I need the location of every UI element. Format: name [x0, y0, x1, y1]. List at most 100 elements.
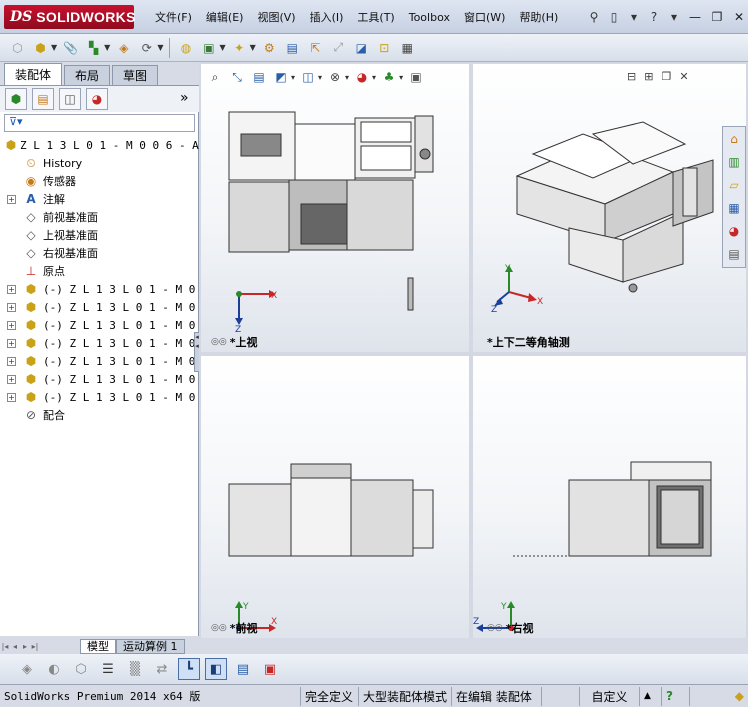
- move-component-icon[interactable]: ⟳: [137, 38, 156, 57]
- tree-item-component[interactable]: + ⬢ (-) Z L 1 3 L 0 1 - M 0 0: [0, 352, 199, 370]
- linear-pattern-icon[interactable]: ▚: [84, 38, 103, 57]
- help-button[interactable]: ?: [661, 686, 689, 706]
- dropdown-arrow-icon[interactable]: ▼: [219, 43, 225, 52]
- tree-item-top-plane[interactable]: ◇ 上视基准面: [0, 226, 199, 244]
- tab-sketch[interactable]: 草图: [112, 65, 159, 85]
- exploded-view-icon[interactable]: ⇱: [306, 38, 325, 57]
- dropdown-arrow-icon[interactable]: ▾: [345, 73, 349, 82]
- tree-item-sensors[interactable]: ◉ 传感器: [0, 172, 199, 190]
- help-icon[interactable]: ?: [645, 8, 663, 26]
- compare-icon[interactable]: ⇄: [151, 658, 173, 680]
- close-icon[interactable]: ✕: [729, 8, 748, 26]
- last-tab-icon[interactable]: ▸|: [30, 639, 40, 653]
- file-explorer-icon[interactable]: ▱: [724, 175, 744, 195]
- new-document-icon[interactable]: ▯: [605, 8, 623, 26]
- display-style-icon[interactable]: ⊗: [326, 68, 344, 86]
- viewport-front[interactable]: Y X ◎◎ *前视: [201, 356, 469, 638]
- hatch-icon[interactable]: ▒: [124, 658, 146, 680]
- menu-tools[interactable]: 工具(T): [350, 9, 401, 25]
- expand-icon[interactable]: +: [7, 338, 16, 348]
- tree-item-history[interactable]: ⏲ History: [0, 154, 199, 172]
- tree-item-annotations[interactable]: + A 注解: [0, 190, 199, 208]
- tag-icon[interactable]: ◆: [689, 686, 748, 706]
- dropdown-arrow-icon[interactable]: ▼: [51, 43, 57, 52]
- tree-item-front-plane[interactable]: ◇ 前视基准面: [0, 208, 199, 226]
- minimize-icon[interactable]: —: [685, 8, 705, 26]
- viewport-top[interactable]: X Z ◎◎ *上视: [201, 64, 469, 352]
- section-icon[interactable]: ⬡: [70, 658, 92, 680]
- expand-icon[interactable]: +: [7, 392, 16, 402]
- table-icon[interactable]: ▤: [232, 658, 254, 680]
- dropdown-arrow-icon[interactable]: ▾: [291, 73, 295, 82]
- zoom-area-icon[interactable]: ⤡: [228, 68, 246, 86]
- dropdown-arrow-icon[interactable]: ▼: [157, 43, 163, 52]
- mate-icon[interactable]: 📎: [61, 38, 80, 57]
- explode-line-sketch-icon[interactable]: ⤢: [329, 38, 348, 57]
- scene-icon[interactable]: ♣: [380, 68, 398, 86]
- expand-panel-icon[interactable]: »: [180, 90, 189, 106]
- insert-component-icon[interactable]: ⬢: [31, 38, 50, 57]
- viewport-close-icon[interactable]: ✕: [679, 70, 688, 83]
- solidworks-logo[interactable]: DS SOLIDWORKS: [4, 5, 135, 29]
- tab-assembly[interactable]: 装配体: [4, 63, 63, 85]
- expand-icon[interactable]: +: [7, 284, 16, 294]
- next-tab-icon[interactable]: ▸: [20, 639, 30, 653]
- new-motion-study-icon[interactable]: ⚙: [260, 38, 279, 57]
- custom-properties-icon[interactable]: ▤: [724, 244, 744, 264]
- origin-display-icon[interactable]: ┗: [178, 658, 200, 680]
- tree-item-mates[interactable]: ⊘ 配合: [0, 406, 199, 424]
- home-icon[interactable]: ⌂: [724, 129, 744, 149]
- dropdown-arrow-icon[interactable]: ▾: [665, 8, 683, 26]
- viewport-restore-icon[interactable]: ❐: [661, 70, 671, 83]
- tab-layout[interactable]: 布局: [64, 65, 111, 85]
- tab-model[interactable]: 模型: [80, 638, 116, 654]
- appearances-icon[interactable]: ◕: [724, 221, 744, 241]
- bill-of-materials-icon[interactable]: ▤: [283, 38, 302, 57]
- rotate-icon[interactable]: ◐: [43, 658, 65, 680]
- tree-item-component[interactable]: + ⬢ (-) Z L 1 3 L 0 1 - M 0 0: [0, 298, 199, 316]
- restore-icon[interactable]: ❐: [707, 8, 727, 26]
- appearance-icon[interactable]: ◕: [353, 68, 371, 86]
- expand-icon[interactable]: +: [7, 356, 16, 366]
- section-view-icon[interactable]: ◩: [272, 68, 290, 86]
- menu-help[interactable]: 帮助(H): [512, 9, 565, 25]
- menu-edit[interactable]: 编辑(E): [199, 9, 251, 25]
- previous-view-icon[interactable]: ▤: [250, 68, 268, 86]
- tab-motion-study[interactable]: 运动算例 1: [116, 638, 185, 654]
- view-palette-icon[interactable]: ▦: [724, 198, 744, 218]
- tree-item-component[interactable]: + ⬢ (-) Z L 1 3 L 0 1 - M 0 0: [0, 334, 199, 352]
- status-units[interactable]: 自定义: [579, 686, 639, 706]
- dropdown-arrow-icon[interactable]: ▾: [625, 8, 643, 26]
- edit-component-icon[interactable]: ⬡: [8, 38, 27, 57]
- tree-filter-input[interactable]: ⊽▾: [4, 114, 195, 132]
- view-settings-icon[interactable]: ▣: [407, 68, 425, 86]
- menu-file[interactable]: 文件(F): [148, 9, 199, 25]
- previous-tab-icon[interactable]: ◂: [10, 639, 20, 653]
- feature-manager-icon[interactable]: ⬢: [5, 88, 27, 110]
- dropdown-arrow-icon[interactable]: ▾: [399, 73, 403, 82]
- shaded-icon[interactable]: ◧: [205, 658, 227, 680]
- show-hidden-icon[interactable]: ◍: [176, 38, 195, 57]
- interference-detection-icon[interactable]: ◪: [352, 38, 371, 57]
- menu-insert[interactable]: 插入(I): [303, 9, 351, 25]
- link-views-icon[interactable]: ⊟: [627, 70, 636, 83]
- dropdown-arrow-icon[interactable]: ▾: [372, 73, 376, 82]
- clearance-verification-icon[interactable]: ⊡: [375, 38, 394, 57]
- tree-item-component[interactable]: + ⬢ (-) Z L 1 3 L 0 1 - M 0 0: [0, 370, 199, 388]
- expand-icon[interactable]: +: [7, 374, 16, 384]
- viewport-right[interactable]: Y Z ◎◎ *右视: [473, 356, 746, 638]
- view-orientation-icon[interactable]: ◫: [299, 68, 317, 86]
- tree-item-component[interactable]: + ⬢ (-) Z L 1 3 L 0 1 - M 0 0: [0, 388, 199, 406]
- tree-item-component[interactable]: + ⬢ (-) Z L 1 3 L 0 1 - M 0 0: [0, 316, 199, 334]
- tree-item-right-plane[interactable]: ◇ 右视基准面: [0, 244, 199, 262]
- first-tab-icon[interactable]: |◂: [0, 639, 10, 653]
- filter-icon[interactable]: ⊽▾: [9, 115, 23, 128]
- instant3d-icon[interactable]: ▦: [398, 38, 417, 57]
- pin-icon[interactable]: ⚲: [585, 8, 603, 26]
- expand-icon[interactable]: +: [7, 302, 16, 312]
- display-manager-icon[interactable]: ◕: [86, 88, 108, 110]
- expand-icon[interactable]: +: [7, 194, 16, 204]
- dropdown-arrow-icon[interactable]: ▼: [250, 43, 256, 52]
- lines-icon[interactable]: ☰: [97, 658, 119, 680]
- graphics-area[interactable]: X Z ◎◎ *上视 Y X Z *上下二等角轴测 ⊟ ⊞ ❐ ✕ Y X ◎◎…: [199, 62, 748, 640]
